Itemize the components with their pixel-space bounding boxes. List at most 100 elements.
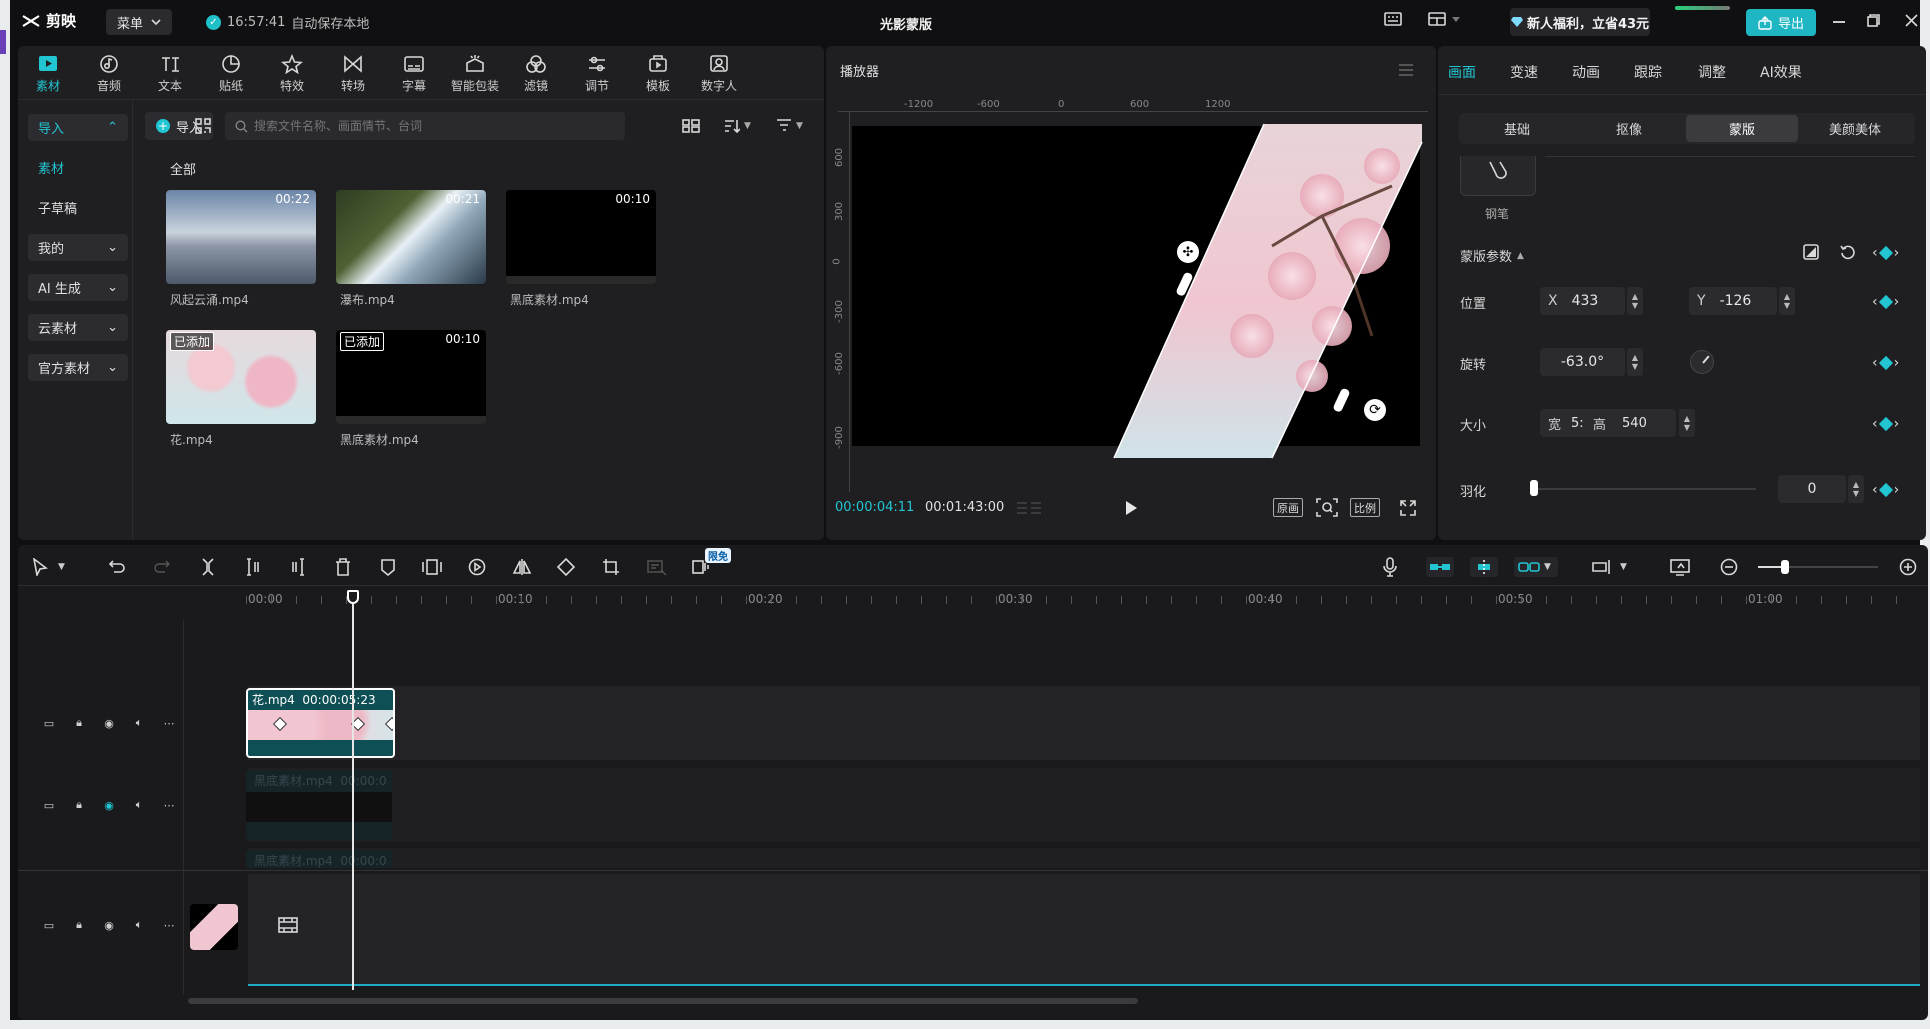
restore-icon[interactable] [1867,14,1880,27]
tab-tracking[interactable]: 跟踪 [1634,62,1662,82]
media-clip-black-2[interactable]: 已添加 00:10 [336,330,486,424]
preview-canvas[interactable]: ✣ ⟳ [852,123,1423,459]
category-effects[interactable]: 特效 [264,54,320,94]
sidebar-ai-generate[interactable]: AI 生成 ⌄ [28,274,128,301]
freeze-icon[interactable] [422,558,442,576]
sidebar-subdraft[interactable]: 子草稿 [28,194,128,221]
eye-icon[interactable]: ◉ [102,798,116,812]
track-cover-icon[interactable]: ▭ [42,798,56,812]
category-digital-human[interactable]: 数字人 [691,54,747,94]
track-cover-icon[interactable]: ▭ [42,918,56,932]
preview-axis-button[interactable]: ▼ [1592,558,1627,576]
grid-view-icon[interactable] [682,119,700,133]
marker-icon[interactable] [380,558,396,576]
category-subtitle[interactable]: 字幕 [386,54,442,94]
mirror-icon[interactable] [512,558,532,576]
keyframe-controls[interactable]: ‹ › [1872,416,1899,432]
volume-icon[interactable]: 🔈︎ [132,798,146,812]
reverse-icon[interactable] [468,558,486,576]
category-smart-package[interactable]: 智能包装 [447,54,503,94]
ratio-button[interactable]: 比例 [1350,498,1380,517]
tab-picture[interactable]: 画面 [1448,62,1476,82]
eye-icon[interactable]: ◉ [102,716,116,730]
cover-thumbnail[interactable] [190,904,238,950]
category-template[interactable]: 模板 [630,54,686,94]
category-transition[interactable]: 转场 [325,54,381,94]
invert-icon[interactable] [1803,244,1819,260]
feather-handle-icon[interactable]: ✣ [1177,241,1199,263]
lock-icon[interactable]: 🔒︎ [72,716,86,730]
fit-icon[interactable] [1316,498,1338,517]
keyframe-controls[interactable]: ‹ › [1872,294,1899,310]
list-icon[interactable] [1016,500,1042,516]
volume-icon[interactable]: 🔈︎ [132,716,146,730]
tab-ai-effects[interactable]: AI效果 [1760,62,1802,82]
category-sticker[interactable]: 贴纸 [203,54,259,94]
category-text[interactable]: 文本 [142,54,198,94]
lock-icon[interactable]: 🔒︎ [72,798,86,812]
sidebar-import[interactable]: 导入 ⌃ [28,114,128,141]
search-input[interactable] [254,119,614,133]
delete-icon[interactable] [335,558,351,576]
crop-icon[interactable] [602,558,620,576]
mask-shape-pen[interactable] [1460,156,1536,196]
shortcut-icon[interactable] [1384,12,1402,26]
main-track-magnet-button[interactable] [1426,557,1454,577]
category-audio[interactable]: 音频 [81,54,137,94]
qr-icon[interactable] [195,118,211,134]
category-adjust[interactable]: 调节 [569,54,625,94]
reset-icon[interactable] [1840,244,1856,260]
size-field[interactable]: 宽 5: 高 540 [1540,409,1676,437]
subtab-beauty[interactable]: 美颜美体 [1799,115,1911,142]
tab-animation[interactable]: 动画 [1572,62,1600,82]
rotate-icon[interactable] [557,558,575,576]
track-cover-icon[interactable]: ▭ [42,716,56,730]
search-box[interactable] [225,112,625,140]
size-stepper[interactable]: ▲ ▼ [1679,409,1695,437]
feather-field[interactable]: 0 [1778,475,1846,503]
undo-icon[interactable] [108,558,126,574]
keyframe-controls[interactable]: ‹ › [1872,245,1899,261]
rotate-handle-icon[interactable]: ⟳ [1364,399,1386,421]
sort-button[interactable]: ▼ [724,119,751,133]
rotation-dial[interactable] [1690,350,1714,374]
layout-button[interactable] [1428,12,1460,26]
filter-button[interactable]: ▼ [776,119,803,133]
keyframe-controls[interactable]: ‹ › [1872,482,1899,498]
player-menu-icon[interactable] [1398,64,1414,76]
subtab-cutout[interactable]: 抠像 [1573,115,1685,142]
horizontal-scrollbar[interactable] [188,998,1138,1004]
subtab-mask[interactable]: 蒙版 [1686,115,1798,142]
redo-icon[interactable] [153,558,171,574]
smart-crop-icon[interactable] [647,558,667,576]
position-x-stepper[interactable]: ▲ ▼ [1627,287,1643,315]
feather-stepper[interactable]: ▲ ▼ [1848,475,1864,503]
more-icon[interactable]: ⋯ [162,716,176,730]
keyframe-controls[interactable]: ‹ › [1872,355,1899,371]
timeline-clip-black[interactable]: 黑底素材.mp4 00:00:0 [246,770,392,840]
category-filter[interactable]: 滤镜 [508,54,564,94]
feather-slider-track[interactable] [1534,488,1756,490]
more-icon[interactable]: ⋯ [162,798,176,812]
category-media[interactable]: 素材 [20,54,76,94]
menu-button[interactable]: 菜单 [106,9,172,35]
more-icon[interactable]: ⋯ [162,918,176,932]
zoom-out-icon[interactable] [1720,558,1738,576]
sidebar-mine[interactable]: 我的 ⌄ [28,234,128,261]
tab-adjust[interactable]: 调整 [1698,62,1726,82]
tab-speed[interactable]: 变速 [1510,62,1538,82]
linkage-button[interactable]: ▼ [1514,557,1558,577]
position-y-stepper[interactable]: ▲ ▼ [1779,287,1795,315]
media-clip-clouds[interactable]: 00:22 [166,190,316,284]
rotation-stepper[interactable]: ▲ ▼ [1627,348,1643,376]
original-button[interactable]: 原画 [1273,498,1303,517]
position-y-field[interactable]: Y -126 [1689,287,1777,315]
media-clip-black[interactable]: 00:10 [506,190,656,284]
zoom-slider-thumb[interactable] [1781,560,1789,574]
timeline-clip-black-2[interactable]: 黑底素材.mp4 00:00:0 [246,850,392,868]
volume-icon[interactable]: 🔈︎ [132,918,146,932]
position-x-field[interactable]: X 433 [1540,287,1625,315]
timeline-preview-icon[interactable] [1670,558,1690,576]
film-icon[interactable] [278,916,298,934]
split-icon[interactable] [200,558,216,576]
